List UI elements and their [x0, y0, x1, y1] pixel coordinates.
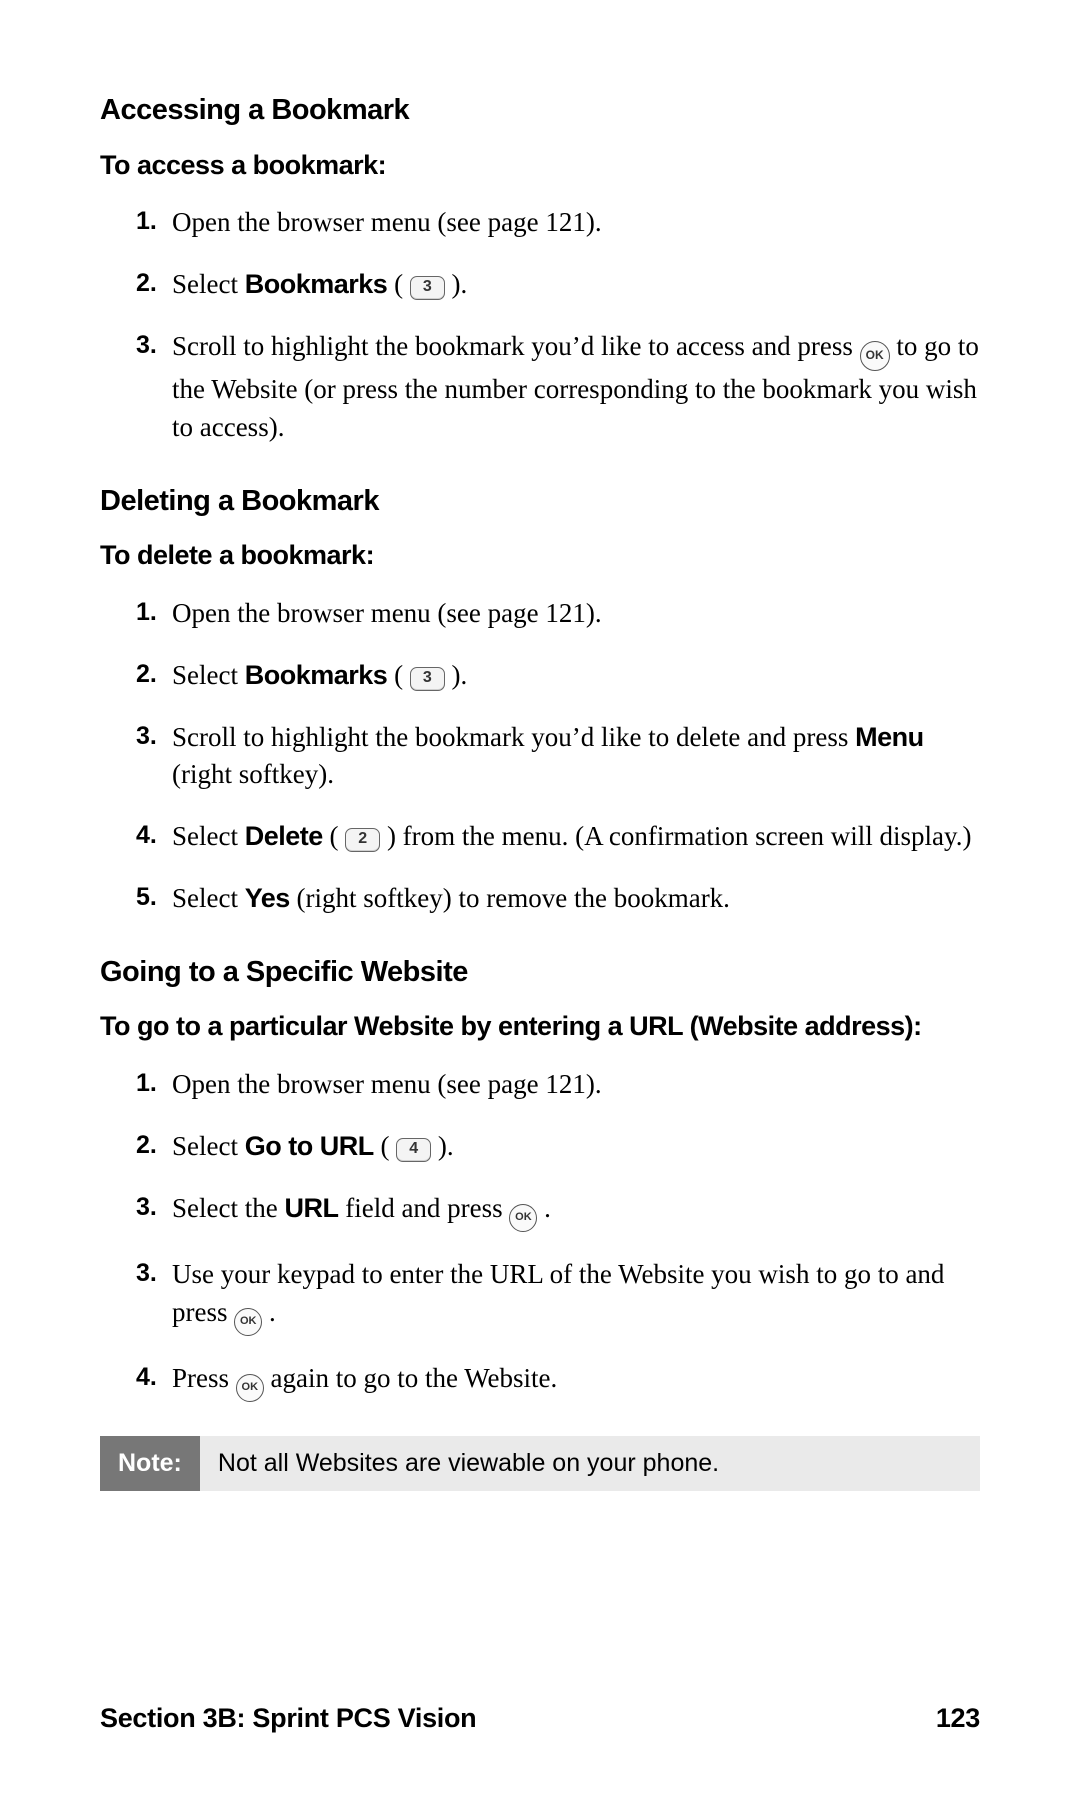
- step: 2. Select Bookmarks ( 3 ).: [136, 657, 980, 695]
- step-text: Select Bookmarks ( 3 ).: [172, 269, 467, 299]
- intro-goto: To go to a particular Website by enterin…: [100, 1008, 980, 1046]
- keypad-3-icon: 3: [410, 667, 445, 691]
- heading-going-website: Going to a Specific Website: [100, 952, 980, 993]
- footer-section: Section 3B: Sprint PCS Vision: [100, 1700, 476, 1738]
- step: 2. Select Go to URL ( 4 ).: [136, 1128, 980, 1166]
- step-number: 5.: [136, 880, 157, 915]
- note-box: Note: Not all Websites are viewable on y…: [100, 1436, 980, 1491]
- step-text: Select Delete ( 2 ) from the menu. (A co…: [172, 821, 972, 851]
- step-number: 4.: [136, 818, 157, 853]
- step-text: Press OK again to go to the Website.: [172, 1363, 557, 1393]
- step-text: Select Bookmarks ( 3 ).: [172, 660, 467, 690]
- step-number: 4.: [136, 1360, 157, 1395]
- steps-access: 1. Open the browser menu (see page 121).…: [100, 204, 980, 446]
- steps-goto: 1. Open the browser menu (see page 121).…: [100, 1066, 980, 1401]
- keypad-3-icon: 3: [410, 276, 445, 300]
- step-number: 3.: [136, 719, 157, 754]
- step-number: 3.: [136, 1256, 157, 1291]
- step: 1. Open the browser menu (see page 121).: [136, 595, 980, 633]
- intro-access: To access a bookmark:: [100, 147, 980, 185]
- step-text: Select Yes (right softkey) to remove the…: [172, 883, 730, 913]
- ok-button-icon: OK: [236, 1374, 264, 1402]
- step: 3. Select the URL field and press OK .: [136, 1190, 980, 1232]
- step-number: 1.: [136, 204, 157, 239]
- keypad-4-icon: 4: [396, 1138, 431, 1162]
- intro-delete: To delete a bookmark:: [100, 537, 980, 575]
- step: 4. Press OK again to go to the Website.: [136, 1360, 980, 1402]
- step-text: Open the browser menu (see page 121).: [172, 207, 602, 237]
- step-number: 1.: [136, 1066, 157, 1101]
- page-number: 123: [936, 1700, 980, 1738]
- step-text: Select the URL field and press OK .: [172, 1193, 551, 1223]
- step-text: Open the browser menu (see page 121).: [172, 598, 602, 628]
- page-footer: Section 3B: Sprint PCS Vision 123: [100, 1700, 980, 1738]
- ok-button-icon: OK: [234, 1308, 262, 1336]
- step: 3. Use your keypad to enter the URL of t…: [136, 1256, 980, 1336]
- note-text: Not all Websites are viewable on your ph…: [200, 1436, 980, 1491]
- step: 2. Select Bookmarks ( 3 ).: [136, 266, 980, 304]
- step-number: 3.: [136, 1190, 157, 1225]
- step: 3. Scroll to highlight the bookmark you’…: [136, 328, 980, 447]
- step-number: 2.: [136, 657, 157, 692]
- step-number: 2.: [136, 266, 157, 301]
- step-text: Open the browser menu (see page 121).: [172, 1069, 602, 1099]
- step-number: 3.: [136, 328, 157, 363]
- step-text: Scroll to highlight the bookmark you’d l…: [172, 331, 979, 442]
- step: 5. Select Yes (right softkey) to remove …: [136, 880, 980, 918]
- heading-deleting-bookmark: Deleting a Bookmark: [100, 481, 980, 522]
- step-text: Select Go to URL ( 4 ).: [172, 1131, 454, 1161]
- step-text: Use your keypad to enter the URL of the …: [172, 1259, 944, 1327]
- ok-button-icon: OK: [860, 341, 890, 371]
- step-text: Scroll to highlight the bookmark you’d l…: [172, 722, 924, 790]
- note-label: Note:: [100, 1436, 200, 1491]
- step: 1. Open the browser menu (see page 121).: [136, 204, 980, 242]
- ok-button-icon: OK: [509, 1204, 537, 1232]
- step: 3. Scroll to highlight the bookmark you’…: [136, 719, 980, 795]
- step: 1. Open the browser menu (see page 121).: [136, 1066, 980, 1104]
- steps-delete: 1. Open the browser menu (see page 121).…: [100, 595, 980, 918]
- step: 4. Select Delete ( 2 ) from the menu. (A…: [136, 818, 980, 856]
- keypad-2-icon: 2: [345, 828, 380, 852]
- step-number: 1.: [136, 595, 157, 630]
- heading-accessing-bookmark: Accessing a Bookmark: [100, 90, 980, 131]
- step-number: 2.: [136, 1128, 157, 1163]
